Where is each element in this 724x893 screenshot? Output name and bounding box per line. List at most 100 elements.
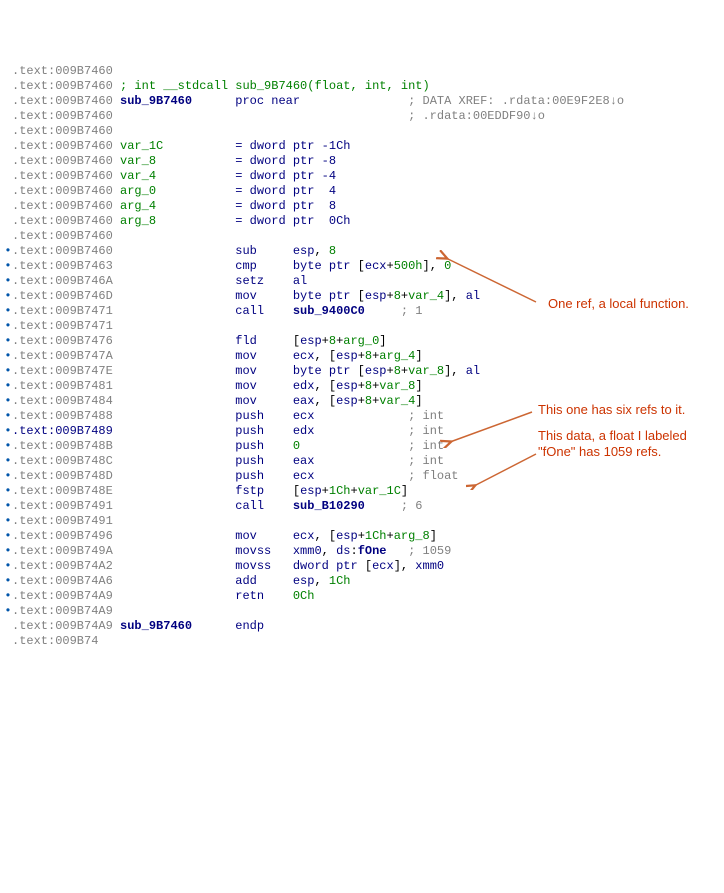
ref-count-comment: ; 6 [365, 499, 423, 513]
operand-token: ecx [365, 259, 387, 273]
ref-count-comment: ; float [314, 469, 458, 483]
operand-token[interactable]: sub_9400C0 [293, 304, 365, 318]
code-line[interactable]: .text:009B7460 ; int __stdcall sub_9B746… [4, 79, 724, 94]
operand-token: esp [336, 529, 358, 543]
code-line[interactable]: •.text:009B747E mov byte ptr [esp+8+var_… [4, 364, 724, 379]
code-line[interactable]: .text:009B7460 var_8 = dword ptr -8 [4, 154, 724, 169]
code-line[interactable]: .text:009B7460 sub_9B7460 proc near ; DA… [4, 94, 724, 109]
code-line[interactable]: •.text:009B7491 call sub_B10290 ; 6 [4, 499, 724, 514]
code-line[interactable]: •.text:009B746A setz al [4, 274, 724, 289]
code-line[interactable]: .text:009B7460 [4, 64, 724, 79]
gutter-dot: • [4, 244, 12, 259]
code-line[interactable]: •.text:009B74A2 movss dword ptr [ecx], x… [4, 559, 724, 574]
operand-token: esp [336, 379, 358, 393]
gutter-dot: • [4, 364, 12, 379]
operand-token: [ [293, 334, 300, 348]
code-line[interactable]: •.text:009B7463 cmp byte ptr [ecx+500h],… [4, 259, 724, 274]
var-name[interactable]: var_1C [113, 139, 163, 153]
operand-token[interactable]: sub_B10290 [293, 499, 365, 513]
code-line[interactable]: .text:009B7460 arg_0 = dword ptr 4 [4, 184, 724, 199]
operand-token[interactable]: arg_0 [343, 334, 379, 348]
code-line[interactable]: •.text:009B7491 [4, 514, 724, 529]
code-line[interactable]: •.text:009B749A movss xmm0, ds:fOne ; 10… [4, 544, 724, 559]
address: .text:009B74A2 [12, 559, 113, 573]
symbol[interactable]: sub_9B7460 [113, 619, 192, 633]
code-line[interactable]: •.text:009B7496 mov ecx, [esp+1Ch+arg_8] [4, 529, 724, 544]
code-line[interactable]: .text:009B7460 arg_8 = dword ptr 0Ch [4, 214, 724, 229]
code-line[interactable]: •.text:009B747A mov ecx, [esp+8+arg_4] [4, 349, 724, 364]
operand-token: ] [415, 379, 422, 393]
gutter-dot: • [4, 454, 12, 469]
symbol[interactable]: sub_9B7460 [113, 94, 192, 108]
operand-token[interactable]: arg_4 [379, 349, 415, 363]
code-line[interactable]: .text:009B7460 ; .rdata:00EDDF90↓o [4, 109, 724, 124]
operand-token[interactable]: var_4 [408, 289, 444, 303]
gutter-dot [4, 139, 12, 154]
var-name[interactable]: arg_8 [113, 214, 156, 228]
xref[interactable]: ; DATA XREF: .rdata:00E9F2E8↓o [300, 94, 624, 108]
operand-token[interactable]: var_4 [379, 394, 415, 408]
code-line[interactable]: •.text:009B748E fstp [esp+1Ch+var_1C] [4, 484, 724, 499]
var-name[interactable]: arg_4 [113, 199, 156, 213]
code-line[interactable]: •.text:009B7460 sub esp, 8 [4, 244, 724, 259]
address: .text:009B74A9 [12, 619, 113, 633]
mnemonic: mov [113, 379, 293, 393]
disassembly-listing[interactable]: .text:009B7460 .text:009B7460 ; int __st… [4, 64, 724, 649]
address: .text:009B748C [12, 454, 113, 468]
operand-token[interactable]: var_8 [379, 379, 415, 393]
address: .text:009B7491 [12, 499, 113, 513]
address: .text:009B748E [12, 484, 113, 498]
code-line[interactable]: •.text:009B7481 mov edx, [esp+8+var_8] [4, 379, 724, 394]
mnemonic: call [113, 499, 293, 513]
code-line[interactable]: •.text:009B74A6 add esp, 1Ch [4, 574, 724, 589]
operand-token[interactable]: arg_8 [394, 529, 430, 543]
code-line[interactable]: .text:009B7460 [4, 229, 724, 244]
code-line[interactable]: .text:009B7460 arg_4 = dword ptr 8 [4, 199, 724, 214]
code-line[interactable]: •.text:009B74A9 [4, 604, 724, 619]
operand-token[interactable]: fOne [358, 544, 387, 558]
xref[interactable]: ; .rdata:00EDDF90↓o [113, 109, 545, 123]
code-line[interactable]: •.text:009B748D push ecx ; float [4, 469, 724, 484]
var-name[interactable]: var_4 [113, 169, 156, 183]
operand-token: dword ptr [293, 559, 365, 573]
operand-token[interactable]: var_1C [358, 484, 401, 498]
operand-token: [ [293, 484, 300, 498]
directive: proc near [192, 94, 300, 108]
mnemonic: mov [113, 364, 293, 378]
operand-token: + [358, 529, 365, 543]
operand-token: [ [358, 289, 365, 303]
code-line[interactable]: •.text:009B7471 [4, 319, 724, 334]
code-line[interactable]: .text:009B74A9 sub_9B7460 endp [4, 619, 724, 634]
code-line[interactable]: •.text:009B7476 fld [esp+8+arg_0] [4, 334, 724, 349]
code-line[interactable]: .text:009B7460 [4, 124, 724, 139]
operand-token: 500h [394, 259, 423, 273]
operand-token: + [358, 349, 365, 363]
address: .text:009B7488 [12, 409, 113, 423]
operand-token: 1Ch [365, 529, 387, 543]
operand-token: 0Ch [293, 589, 315, 603]
var-def: = dword ptr -1Ch [163, 139, 350, 153]
operand-token: xmm0 [293, 544, 322, 558]
mnemonic: push [113, 409, 293, 423]
gutter-dot: • [4, 379, 12, 394]
address: .text:009B749A [12, 544, 113, 558]
gutter-dot [4, 184, 12, 199]
operand-token[interactable]: var_8 [408, 364, 444, 378]
var-name[interactable]: var_8 [113, 154, 156, 168]
code-line[interactable]: .text:009B74 [4, 634, 724, 649]
code-line[interactable]: .text:009B7460 var_4 = dword ptr -4 [4, 169, 724, 184]
operand-token: 8 [365, 394, 372, 408]
mnemonic: mov [113, 529, 293, 543]
mnemonic: setz [113, 274, 293, 288]
code-line[interactable]: •.text:009B74A9 retn 0Ch [4, 589, 724, 604]
ref-count-comment: ; 1059 [387, 544, 452, 558]
operand-token: esp [365, 364, 387, 378]
mnemonic: push [113, 439, 293, 453]
mnemonic: sub [113, 244, 293, 258]
code-line[interactable]: .text:009B7460 var_1C = dword ptr -1Ch [4, 139, 724, 154]
operand-token: ] [401, 484, 408, 498]
gutter-dot: • [4, 259, 12, 274]
gutter-dot: • [4, 589, 12, 604]
var-name[interactable]: arg_0 [113, 184, 156, 198]
operand-token: esp [293, 244, 315, 258]
